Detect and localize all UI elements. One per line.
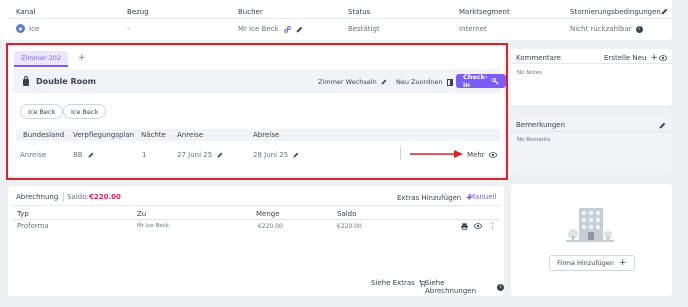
bucher-value[interactable]: Mr Ice Beck: [238, 25, 279, 33]
divider: [8, 18, 672, 19]
no-notes-text: No Notes: [517, 70, 543, 76]
header-storno: Stornierungsbedingungen: [570, 8, 661, 16]
building-illustration-icon: [566, 208, 614, 242]
eye-icon[interactable]: [659, 55, 667, 61]
eye-icon[interactable]: [474, 223, 482, 229]
show-billing-label: Siehe Abrechnungen: [425, 279, 477, 295]
divider: [12, 219, 500, 220]
show-extras-label: Siehe Extras: [371, 279, 415, 287]
info-icon[interactable]: i: [635, 25, 643, 33]
create-new-button[interactable]: Erstelle Neu +: [604, 53, 658, 63]
billing-title: Abrechnung: [16, 193, 59, 201]
kanal-value: Ice: [29, 24, 40, 33]
kanal-cell: ● Ice: [16, 24, 39, 33]
add-company-button[interactable]: Firma Hinzufügen +: [549, 255, 635, 271]
company-card: Firma Hinzufügen +: [511, 184, 672, 296]
status-value: Bestätigt: [348, 25, 380, 33]
bezug-value: -: [127, 25, 130, 33]
extras-add-button[interactable]: Extras Hinzufügen +: [397, 193, 473, 203]
header-marktsegment: Marktsegment: [459, 8, 510, 16]
divider: [12, 205, 500, 206]
add-company-label: Firma Hinzufügen: [557, 259, 615, 267]
comments-title: Kommentare: [516, 54, 561, 62]
edit-pencil-icon[interactable]: [661, 8, 668, 15]
remarks-card: Bemerkungen No Remarks: [511, 117, 672, 175]
divider: [511, 131, 672, 132]
create-new-label: Erstelle Neu: [604, 54, 647, 62]
divider: [511, 63, 672, 64]
no-remarks-text: No Remarks: [517, 137, 551, 143]
marktsegment-value: Internet: [459, 25, 487, 33]
saldo-row-value: €220.00: [337, 223, 362, 230]
typ-value: Proforma: [17, 222, 49, 230]
header-typ: Typ: [17, 210, 29, 218]
show-billing-button[interactable]: Siehe Abrechnungen i: [425, 279, 504, 295]
header-bezug: Bezug: [127, 8, 149, 16]
menge-value: €220.00: [258, 223, 283, 230]
saldo-label: Saldo:: [67, 193, 89, 201]
manual-link[interactable]: Manuell: [469, 193, 496, 201]
printer-icon[interactable]: [461, 223, 468, 230]
info-icon: i: [497, 283, 504, 291]
header-zu: Zu: [137, 210, 147, 218]
plus-icon: +: [619, 258, 627, 268]
header-kanal: Kanal: [16, 8, 36, 16]
edit-pencil-icon[interactable]: [296, 26, 303, 33]
divider: [63, 192, 64, 202]
booking-summary-card: Kanal Bezug Bucher Status Marktsegment S…: [0, 0, 672, 40]
remarks-title: Bemerkungen: [516, 121, 566, 129]
storno-value: Nicht rückzahlbar: [570, 25, 632, 33]
plus-icon: +: [650, 53, 658, 63]
channel-logo-icon: ●: [16, 24, 25, 33]
saldo-value: €220.00: [89, 193, 121, 201]
bucher-cell: Mr Ice Beck: [238, 25, 303, 33]
edit-pencil-icon[interactable]: [659, 122, 666, 129]
header-status: Status: [348, 8, 371, 16]
show-extras-button[interactable]: Siehe Extras: [371, 279, 426, 287]
highlight-frame: [6, 43, 508, 180]
header-menge: Menge: [256, 210, 280, 218]
header-saldo: Saldo: [337, 210, 357, 218]
comments-card: Kommentare Erstelle Neu + No Notes: [511, 49, 672, 105]
link-icon[interactable]: [283, 25, 291, 33]
zu-value: Mr Ice Beck: [137, 223, 169, 229]
more-vertical-icon[interactable]: ⋮: [489, 222, 496, 230]
storno-cell: Nicht rückzahlbar i: [570, 25, 643, 33]
extras-add-label: Extras Hinzufügen: [397, 194, 462, 202]
billing-card: Abrechnung Saldo: €220.00 Extras Hinzufü…: [8, 186, 504, 296]
header-bucher: Bucher: [238, 8, 263, 16]
